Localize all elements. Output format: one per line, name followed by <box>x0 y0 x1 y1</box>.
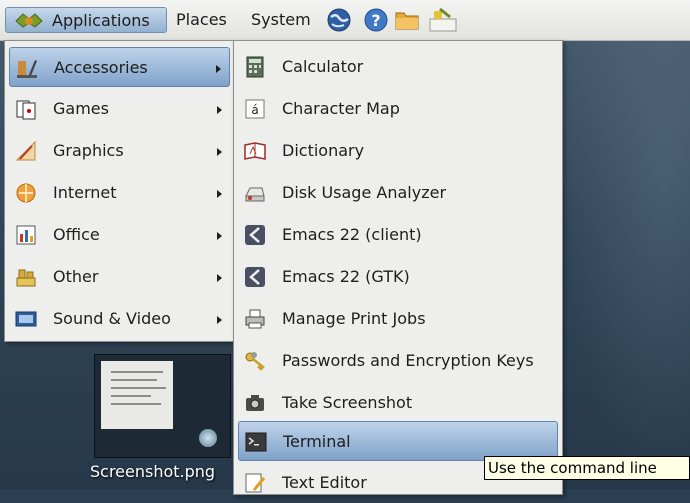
menu-item-label: Office <box>53 225 100 244</box>
thumbnail-window <box>101 361 173 429</box>
menu-item-label: Passwords and Encryption Keys <box>282 351 534 370</box>
calculator-icon <box>246 56 264 78</box>
thumbnail-line <box>111 371 163 373</box>
menu-item-emacs-client[interactable]: Emacs 22 (client) <box>238 215 558 255</box>
submenu-arrow-icon <box>217 316 222 324</box>
submenu-arrow-icon <box>217 190 222 198</box>
accessories-icon <box>17 60 37 78</box>
menu-item-disk-usage-analyzer[interactable]: Disk Usage Analyzer <box>238 173 558 213</box>
menu-item-label: Disk Usage Analyzer <box>282 183 447 202</box>
thumbnail-orb <box>199 429 217 447</box>
notes-icon[interactable] <box>426 7 460 33</box>
disk-usage-icon <box>245 187 265 202</box>
submenu-arrow-icon <box>217 148 222 156</box>
text-editor-icon <box>245 473 266 493</box>
submenu-arrow-icon <box>217 106 222 114</box>
submenu-arrow-icon <box>217 232 222 240</box>
menu-item-label: Dictionary <box>282 141 365 160</box>
emacs-icon <box>245 267 265 287</box>
keys-icon <box>245 352 265 371</box>
menu-item-label: Character Map <box>282 99 400 118</box>
menu-item-graphics[interactable]: Graphics <box>9 131 230 171</box>
file-label[interactable]: Screenshot.png <box>90 462 215 481</box>
thumbnail-line <box>111 387 166 389</box>
menu-item-terminal[interactable]: Terminal <box>238 421 558 461</box>
svg-text:á: á <box>251 103 258 117</box>
menu-item-accessories[interactable]: Accessories <box>9 47 230 87</box>
menu-item-label: Text Editor <box>282 473 367 492</box>
menu-item-label: Manage Print Jobs <box>282 309 426 328</box>
menu-item-other[interactable]: Other <box>9 257 230 297</box>
menu-item-label: Sound & Video <box>53 309 171 328</box>
menu-item-office[interactable]: Office <box>9 215 230 255</box>
menu-item-dictionary[interactable]: Dictionary <box>238 131 558 171</box>
thumbnail-line <box>111 403 161 405</box>
menu-item-label: Accessories <box>54 58 148 77</box>
applications-dropdown: Accessories Games Graphics Internet Offi… <box>4 40 235 342</box>
menu-item-games[interactable]: Games <box>9 89 230 129</box>
menu-item-label: Games <box>53 99 109 118</box>
menu-item-label: Graphics <box>53 141 124 160</box>
emacs-icon <box>245 225 265 245</box>
screenshot-file-icon[interactable] <box>94 354 231 458</box>
dictionary-icon <box>244 142 266 160</box>
menu-item-calculator[interactable]: Calculator <box>238 47 558 87</box>
menu-item-label: Terminal <box>283 432 351 451</box>
applications-label: Applications <box>52 11 150 30</box>
places-menu[interactable]: Places <box>170 7 238 33</box>
system-menu[interactable]: System <box>245 7 323 33</box>
svg-text:?: ? <box>371 11 380 30</box>
folder-icon[interactable] <box>394 7 420 33</box>
games-cards-icon <box>16 100 36 120</box>
internet-icon <box>16 183 36 203</box>
menu-item-internet[interactable]: Internet <box>9 173 230 213</box>
submenu-arrow-icon <box>216 65 221 73</box>
menu-item-label: Other <box>53 267 99 286</box>
top-panel: Applications Places System ? <box>0 0 690 41</box>
other-icon <box>16 269 36 287</box>
menu-item-passwords-keys[interactable]: Passwords and Encryption Keys <box>238 341 558 381</box>
distro-logo-icon <box>15 13 43 28</box>
office-icon <box>16 225 36 245</box>
menu-item-sound-video[interactable]: Sound & Video <box>9 299 230 339</box>
sound-video-icon <box>15 311 37 327</box>
printer-icon <box>245 309 265 329</box>
menu-item-label: Calculator <box>282 57 364 76</box>
help-icon[interactable]: ? <box>363 7 389 33</box>
terminal-icon <box>245 432 267 452</box>
thumbnail-line <box>111 379 157 381</box>
menu-item-label: Emacs 22 (GTK) <box>282 267 410 286</box>
menu-item-label: Take Screenshot <box>282 393 413 412</box>
submenu-arrow-icon <box>217 274 222 282</box>
character-map-icon: á <box>245 99 265 119</box>
tooltip: Use the command line <box>484 456 690 480</box>
applications-menu[interactable]: Applications <box>5 7 167 33</box>
menu-item-character-map[interactable]: á Character Map <box>238 89 558 129</box>
thumbnail-line <box>111 395 151 397</box>
menu-item-emacs-gtk[interactable]: Emacs 22 (GTK) <box>238 257 558 297</box>
menu-item-label: Emacs 22 (client) <box>282 225 422 244</box>
menu-item-manage-print-jobs[interactable]: Manage Print Jobs <box>238 299 558 339</box>
accessories-submenu: Calculator á Character Map Dictionary Di… <box>233 40 563 495</box>
globe-browser-icon[interactable] <box>326 7 352 33</box>
graphics-icon <box>15 140 36 161</box>
menu-item-label: Internet <box>53 183 117 202</box>
camera-icon <box>246 395 264 411</box>
menu-item-take-screenshot[interactable]: Take Screenshot <box>238 383 558 423</box>
